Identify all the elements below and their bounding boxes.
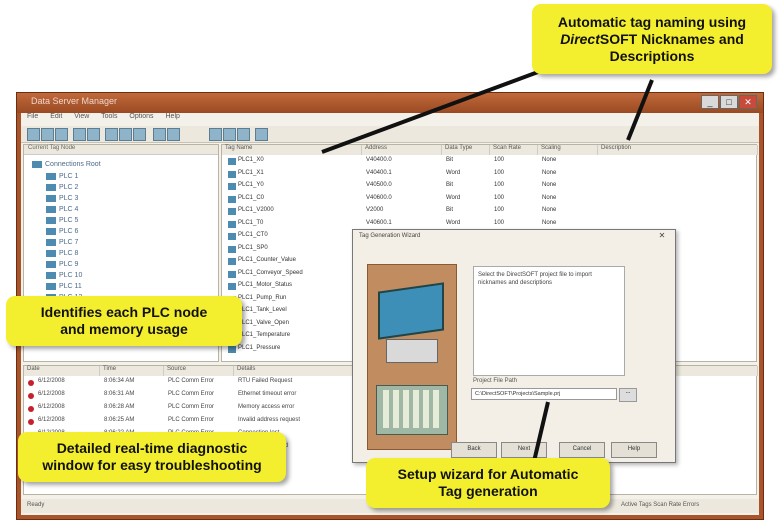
callout-tag-naming: Automatic tag naming using DirectSOFT Ni… — [532, 4, 772, 74]
callout-tag-naming-line3: Descriptions — [609, 47, 695, 64]
callout-wizard-line1: Setup wizard for Automatic — [397, 466, 579, 482]
callout-diagnostic: Detailed real-time diagnostic window for… — [18, 432, 286, 482]
callout-diagnostic-line2: window for easy troubleshooting — [42, 457, 262, 473]
callout-tag-naming-line2: SOFT Nicknames and — [599, 30, 744, 47]
callout-plc-node-line1: Identifies each PLC node — [40, 304, 208, 320]
callout-wizard-line2: Tag generation — [438, 483, 538, 499]
callout-plc-node-line2: and memory usage — [60, 321, 188, 337]
callout-diagnostic-line1: Detailed real-time diagnostic — [56, 440, 248, 456]
leader-description — [626, 79, 654, 141]
callout-tag-naming-line1: Automatic tag naming using — [557, 13, 747, 30]
callout-tag-naming-direct: Direct — [560, 30, 600, 47]
callout-plc-node: Identifies each PLC node and memory usag… — [6, 296, 242, 346]
leader-tag-naming — [321, 70, 539, 154]
callout-wizard: Setup wizard for Automatic Tag generatio… — [366, 458, 610, 508]
